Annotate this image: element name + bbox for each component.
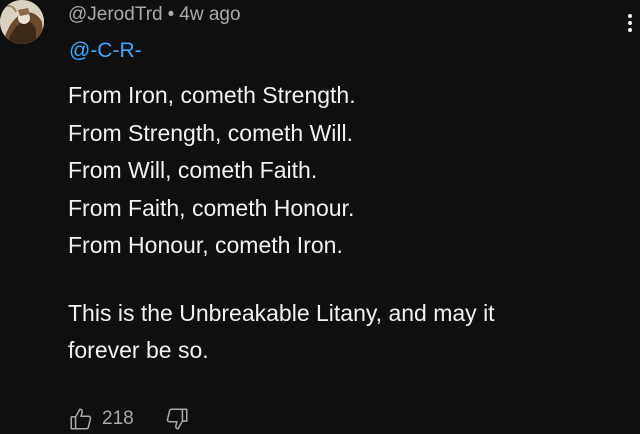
comment-closing-text: This is the Unbreakable Litany, and may … bbox=[68, 299, 495, 364]
thumbs-down-icon bbox=[166, 408, 188, 430]
comment-actions: 218 bbox=[68, 404, 190, 434]
header-separator: • bbox=[167, 4, 175, 25]
thumbs-up-icon bbox=[70, 408, 92, 430]
comment-body: From Iron, cometh Strength. From Strengt… bbox=[68, 77, 608, 370]
comment-line: From Will, cometh Faith. bbox=[68, 157, 318, 183]
avatar[interactable] bbox=[0, 0, 44, 44]
avatar-image bbox=[0, 0, 44, 44]
comment-header: @JerodTrd • 4w ago bbox=[68, 2, 241, 28]
comment-line: From Strength, cometh Will. bbox=[68, 119, 354, 146]
comment-timestamp[interactable]: 4w ago bbox=[179, 4, 240, 25]
comment-line: From Honour, cometh Iron. bbox=[68, 232, 343, 258]
dislike-button[interactable] bbox=[164, 406, 190, 432]
like-button[interactable]: 218 bbox=[68, 406, 164, 432]
like-count: 218 bbox=[102, 408, 134, 429]
mention-link[interactable]: @-C-R- bbox=[69, 37, 142, 65]
comment-author[interactable]: @JerodTrd bbox=[68, 4, 163, 25]
comment-line: From Iron, cometh Strength. bbox=[68, 82, 356, 108]
kebab-menu-icon[interactable] bbox=[626, 14, 634, 36]
comment-line: From Faith, cometh Honour. bbox=[68, 194, 355, 221]
